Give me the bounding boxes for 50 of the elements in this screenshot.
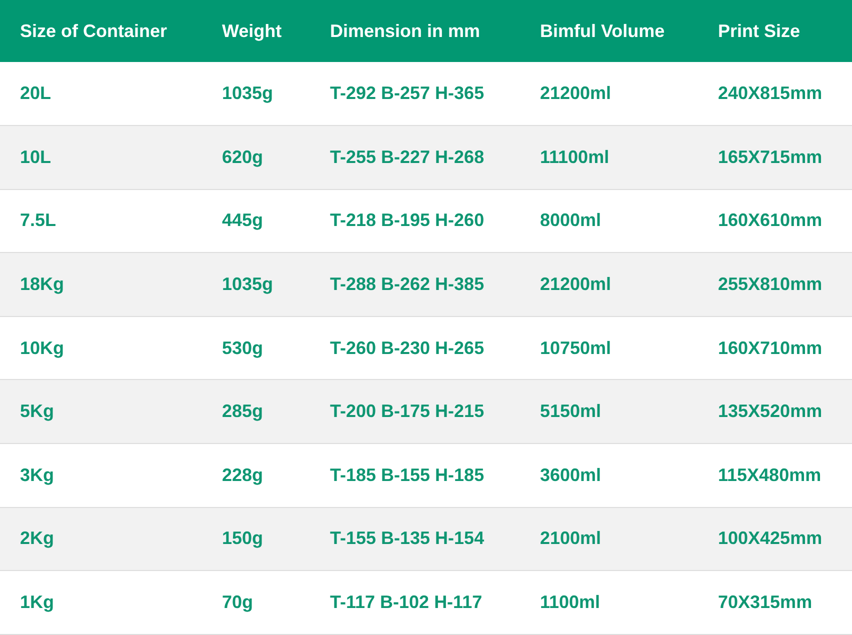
table-cell: 8000ml [520, 189, 698, 253]
table-cell: 285g [202, 380, 310, 444]
table-cell: 255X810mm [698, 252, 852, 316]
table-cell: 165X715mm [698, 126, 852, 190]
table-cell: 100X425mm [698, 507, 852, 571]
table-cell: 20L [0, 62, 202, 126]
table-cell: 2100ml [520, 507, 698, 571]
table-cell: T-260 B-230 H-265 [310, 316, 520, 380]
table-cell: 1Kg [0, 570, 202, 634]
table-cell: 150g [202, 507, 310, 571]
table-cell: 10750ml [520, 316, 698, 380]
table-cell: 70X315mm [698, 570, 852, 634]
column-header: Print Size [698, 0, 852, 62]
table-cell: 620g [202, 126, 310, 190]
table-cell: 1100ml [520, 570, 698, 634]
table-cell: T-117 B-102 H-117 [310, 570, 520, 634]
table-cell: 135X520mm [698, 380, 852, 444]
table-cell: 3600ml [520, 444, 698, 508]
table-cell: 18Kg [0, 252, 202, 316]
table-cell: T-288 B-262 H-385 [310, 252, 520, 316]
table-cell: 3Kg [0, 444, 202, 508]
column-header: Weight [202, 0, 310, 62]
table-cell: 11100ml [520, 126, 698, 190]
table-cell: 5150ml [520, 380, 698, 444]
table-cell: 10L [0, 126, 202, 190]
table-cell: T-185 B-155 H-185 [310, 444, 520, 508]
table-cell: 530g [202, 316, 310, 380]
table-cell: T-292 B-257 H-365 [310, 62, 520, 126]
table-cell: 1035g [202, 252, 310, 316]
table-cell: 240X815mm [698, 62, 852, 126]
table-cell: 21200ml [520, 62, 698, 126]
table-cell: T-255 B-227 H-268 [310, 126, 520, 190]
table-cell: 10Kg [0, 316, 202, 380]
table-cell: 115X480mm [698, 444, 852, 508]
table-cell: 160X710mm [698, 316, 852, 380]
table-cell: 2Kg [0, 507, 202, 571]
table-cell: 21200ml [520, 252, 698, 316]
table-cell: 445g [202, 189, 310, 253]
table-cell: 70g [202, 570, 310, 634]
table-cell: T-200 B-175 H-215 [310, 380, 520, 444]
table-cell: 160X610mm [698, 189, 852, 253]
column-header: Dimension in mm [310, 0, 520, 62]
column-header: Bimful Volume [520, 0, 698, 62]
table-cell: 1035g [202, 62, 310, 126]
table-cell: T-218 B-195 H-260 [310, 189, 520, 253]
table-cell: 7.5L [0, 189, 202, 253]
column-header: Size of Container [0, 0, 202, 62]
table-cell: 5Kg [0, 380, 202, 444]
table-cell: 228g [202, 444, 310, 508]
table-cell: T-155 B-135 H-154 [310, 507, 520, 571]
